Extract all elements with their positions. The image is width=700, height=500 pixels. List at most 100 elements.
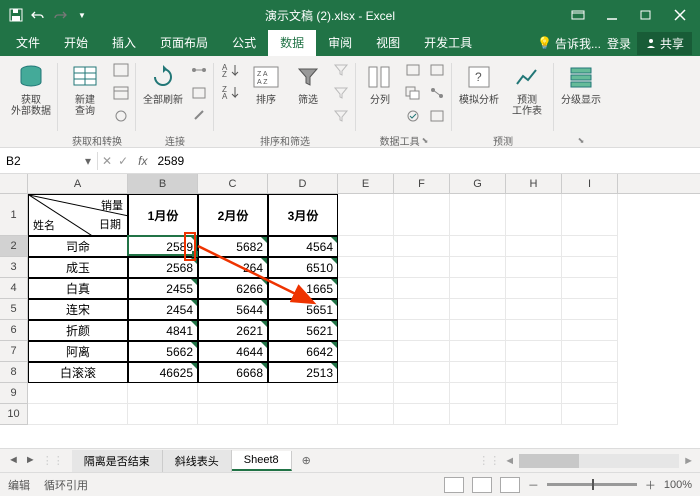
- zoom-slider[interactable]: [547, 483, 637, 486]
- table-cell[interactable]: 3月份: [268, 194, 338, 236]
- tab-view[interactable]: 视图: [364, 30, 412, 56]
- cell[interactable]: [394, 236, 450, 257]
- diagonal-header-cell[interactable]: 销量 日期 姓名: [28, 194, 128, 236]
- new-query-button[interactable]: 新建 查询: [62, 59, 108, 119]
- cell[interactable]: [506, 236, 562, 257]
- table-cell[interactable]: 5662: [128, 341, 198, 362]
- remove-dup-button[interactable]: [402, 82, 424, 104]
- cell[interactable]: [562, 404, 618, 425]
- show-queries-button[interactable]: [110, 59, 132, 81]
- cell[interactable]: [394, 320, 450, 341]
- forecast-sheet-button[interactable]: 预测 工作表: [504, 59, 550, 119]
- tab-layout[interactable]: 页面布局: [148, 30, 220, 56]
- cell[interactable]: [28, 383, 128, 404]
- enter-formula-icon[interactable]: ✓: [118, 154, 128, 168]
- row-header[interactable]: 1: [0, 194, 28, 236]
- fx-icon[interactable]: fx: [132, 154, 153, 168]
- cell[interactable]: [562, 383, 618, 404]
- spreadsheet-grid[interactable]: ABCDEFGHI 12345678910 销量 日期 姓名1月份2月份3月份司…: [0, 174, 700, 448]
- cell[interactable]: [198, 404, 268, 425]
- name-box[interactable]: B2▾: [0, 152, 98, 170]
- sheet-tab-active[interactable]: Sheet8: [232, 451, 292, 471]
- table-cell[interactable]: 1月份: [128, 194, 198, 236]
- cell[interactable]: [338, 236, 394, 257]
- undo-icon[interactable]: [30, 7, 46, 23]
- view-normal-button[interactable]: [444, 477, 464, 493]
- minimize-icon[interactable]: [596, 1, 628, 29]
- sheet-tab[interactable]: 斜线表头: [163, 450, 232, 472]
- cell[interactable]: [506, 299, 562, 320]
- table-cell[interactable]: 成玉: [28, 257, 128, 278]
- table-cell[interactable]: 白滚滚: [28, 362, 128, 383]
- tab-file[interactable]: 文件: [4, 30, 52, 56]
- cell[interactable]: [450, 194, 506, 236]
- table-cell[interactable]: 白真: [28, 278, 128, 299]
- properties-button[interactable]: [188, 82, 210, 104]
- column-header[interactable]: A: [28, 174, 128, 193]
- row-header[interactable]: 7: [0, 341, 28, 362]
- cell[interactable]: [338, 362, 394, 383]
- cell[interactable]: [562, 299, 618, 320]
- cell[interactable]: [338, 299, 394, 320]
- cell[interactable]: [394, 404, 450, 425]
- cell[interactable]: [506, 404, 562, 425]
- cell[interactable]: [128, 404, 198, 425]
- text-to-columns-button[interactable]: 分列: [360, 59, 400, 108]
- table-cell[interactable]: 2621: [198, 320, 268, 341]
- row-header[interactable]: 4: [0, 278, 28, 299]
- edit-links-button[interactable]: [188, 105, 210, 127]
- cell[interactable]: [450, 278, 506, 299]
- table-cell[interactable]: 折颜: [28, 320, 128, 341]
- launcher-icon[interactable]: ⬊: [578, 136, 585, 145]
- cell[interactable]: [394, 383, 450, 404]
- hscroll-left-icon[interactable]: ◄: [504, 455, 515, 467]
- sort-desc-button[interactable]: ZA: [218, 81, 244, 103]
- cell[interactable]: [268, 383, 338, 404]
- cell[interactable]: [450, 236, 506, 257]
- table-cell[interactable]: 5651: [268, 299, 338, 320]
- cell[interactable]: [506, 341, 562, 362]
- zoom-in-button[interactable]: ＋: [645, 477, 656, 493]
- column-header[interactable]: H: [506, 174, 562, 193]
- tab-home[interactable]: 开始: [52, 30, 100, 56]
- column-header[interactable]: E: [338, 174, 394, 193]
- row-header[interactable]: 6: [0, 320, 28, 341]
- cell[interactable]: [268, 404, 338, 425]
- table-cell[interactable]: 5682: [198, 236, 268, 257]
- manage-data-model-button[interactable]: [426, 105, 448, 127]
- cell[interactable]: [450, 299, 506, 320]
- cell[interactable]: [450, 362, 506, 383]
- refresh-all-button[interactable]: 全部刷新: [140, 59, 186, 108]
- hscroll-right-icon[interactable]: ►: [683, 455, 694, 467]
- cell[interactable]: [394, 257, 450, 278]
- sort-button[interactable]: Z AA Z 排序: [246, 59, 286, 108]
- cell[interactable]: [394, 194, 450, 236]
- cell[interactable]: [394, 341, 450, 362]
- table-cell[interactable]: 6642: [268, 341, 338, 362]
- get-external-data-button[interactable]: 获取 外部数据: [8, 59, 54, 119]
- table-cell[interactable]: 5621: [268, 320, 338, 341]
- table-cell[interactable]: 阿离: [28, 341, 128, 362]
- close-icon[interactable]: [664, 1, 696, 29]
- cell[interactable]: [450, 257, 506, 278]
- cell[interactable]: [394, 362, 450, 383]
- sheet-nav-next-icon[interactable]: ►: [23, 452, 38, 469]
- outline-button[interactable]: 分级显示: [558, 59, 604, 108]
- row-header[interactable]: 2: [0, 236, 28, 257]
- table-cell[interactable]: 司命: [28, 236, 128, 257]
- zoom-out-button[interactable]: －: [528, 477, 539, 493]
- column-header[interactable]: F: [394, 174, 450, 193]
- clear-filter-button[interactable]: [330, 59, 352, 81]
- cell[interactable]: [338, 383, 394, 404]
- view-layout-button[interactable]: [472, 477, 492, 493]
- cell[interactable]: [338, 320, 394, 341]
- column-header[interactable]: D: [268, 174, 338, 193]
- cell[interactable]: [562, 362, 618, 383]
- cell[interactable]: [506, 257, 562, 278]
- cell[interactable]: [562, 194, 618, 236]
- select-all-button[interactable]: [0, 174, 28, 194]
- table-cell[interactable]: 2454: [128, 299, 198, 320]
- sheet-nav-prev-icon[interactable]: ◄: [6, 452, 21, 469]
- table-cell[interactable]: 1665: [268, 278, 338, 299]
- tell-me-input[interactable]: 💡 告诉我...: [537, 35, 601, 52]
